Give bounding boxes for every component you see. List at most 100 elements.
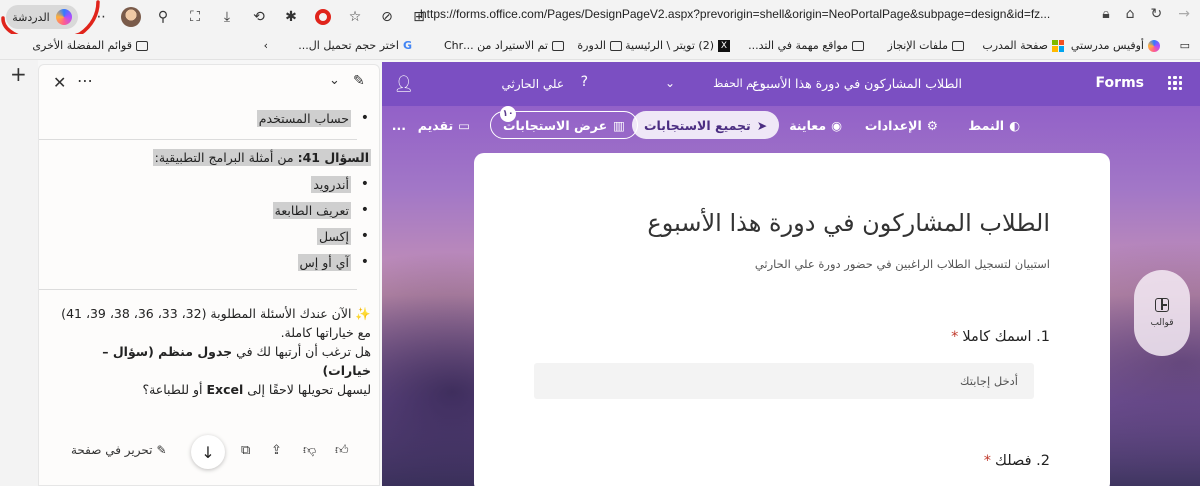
scroll-down-button[interactable]: ↓ bbox=[191, 435, 225, 469]
sidebar-strip: + bbox=[0, 60, 38, 486]
settings-button[interactable]: ⚙ الإعدادات bbox=[865, 118, 938, 133]
pane-header: ✕ ⋯ ⌄ ✎ bbox=[39, 71, 379, 95]
chat-messages: حساب المستخدم السؤال 41: من أمثلة البرام… bbox=[39, 105, 375, 399]
templates-button[interactable]: قوالب bbox=[1134, 270, 1190, 356]
thumbs-down-icon[interactable]: 👎︎ bbox=[303, 443, 316, 458]
puzzle-icon[interactable]: ✱ bbox=[280, 6, 302, 28]
present-button[interactable]: ▭ تقديم bbox=[418, 118, 470, 133]
chevron-down-icon[interactable]: ⌄ bbox=[329, 73, 340, 88]
favorites-bar: ▭ أوفيس مدرستي صفحة المدرب ملفات الإنجاز… bbox=[0, 34, 1200, 60]
tracking-icon[interactable]: ⊘ bbox=[376, 6, 398, 28]
send-icon: ➤ bbox=[756, 117, 768, 133]
monitor-icon: ▭ bbox=[458, 118, 470, 133]
more-icon[interactable]: ⋯ bbox=[88, 6, 110, 28]
divider bbox=[39, 289, 357, 290]
profile-avatar[interactable] bbox=[120, 6, 142, 28]
question-1[interactable]: 1. اسمك كاملا* bbox=[951, 329, 1050, 345]
option-item: إكسل bbox=[39, 223, 371, 249]
thumbs-up-icon[interactable]: 👍︎ bbox=[335, 443, 349, 458]
microsoft-icon bbox=[1052, 39, 1064, 52]
home-icon[interactable]: ⌂ bbox=[1126, 6, 1135, 22]
new-chat-icon[interactable]: ✎ bbox=[353, 73, 365, 89]
screenshot-icon[interactable]: ⛶ bbox=[184, 6, 206, 28]
favorite-item-6[interactable]: تم الاستيراد من ...Chr bbox=[444, 39, 564, 52]
user-name[interactable]: علي الحارثي bbox=[502, 77, 564, 91]
templates-icon bbox=[1155, 298, 1169, 312]
more-icon[interactable]: ⋯ bbox=[77, 71, 93, 90]
favorite-item-0[interactable]: أوفيس مدرستي bbox=[1071, 39, 1160, 52]
form-description[interactable]: استبيان لتسجيل الطلاب الراغبين في حضور د… bbox=[755, 257, 1050, 271]
person-icon[interactable]: 👤︎ bbox=[394, 74, 414, 93]
saved-status: - تم الحفظ bbox=[713, 77, 764, 90]
copilot-chat-button[interactable]: الدردشة bbox=[6, 5, 78, 29]
question-line: السؤال 41: من أمثلة البرامج التطبيقية: bbox=[39, 149, 375, 166]
preview-button[interactable]: ◉ معاينة bbox=[789, 118, 842, 133]
download-icon[interactable]: ⤓ bbox=[216, 6, 238, 28]
favorite-item-4[interactable]: X (2) تويتر \ الرئيسية bbox=[625, 39, 730, 52]
gear-icon: ⚙ bbox=[926, 118, 938, 133]
edit-pencil-icon: ✎ bbox=[156, 443, 167, 457]
refresh-icon[interactable]: ↻ bbox=[1151, 6, 1163, 22]
form-card: الطلاب المشاركون في دورة هذا الأسبوع است… bbox=[474, 153, 1110, 486]
chat-label: الدردشة bbox=[12, 10, 50, 24]
assistant-reply: ✨ الآن عندك الأسئلة المطلوبة (32، 33، 36… bbox=[55, 304, 375, 399]
forms-page: Forms الطلاب المشاركون في دورة هذا الأسب… bbox=[382, 62, 1200, 486]
divider bbox=[39, 139, 357, 140]
share-icon[interactable]: ⇪ bbox=[271, 443, 282, 458]
answer-input[interactable]: أدخل إجابتك bbox=[534, 363, 1034, 399]
command-bar: ◐ النمط ⚙ الإعدادات ◉ معاينة ➤ تجميع الا… bbox=[382, 106, 1200, 144]
palette-icon: ◐ bbox=[1009, 118, 1020, 133]
chevron-down-icon[interactable]: ⌄ bbox=[665, 76, 675, 90]
favorite-item-3[interactable]: مواقع مهمة في التد... bbox=[748, 39, 864, 52]
folder-icon bbox=[552, 40, 564, 51]
more-commands-button[interactable]: ... bbox=[392, 118, 406, 133]
opera-icon[interactable] bbox=[312, 6, 334, 28]
new-tab-plus-icon[interactable]: + bbox=[10, 62, 27, 86]
close-icon[interactable]: ✕ bbox=[53, 73, 66, 92]
extensions-icon[interactable]: ⚲ bbox=[152, 6, 174, 28]
forward-icon[interactable]: → bbox=[1178, 6, 1190, 22]
favorite-item-1[interactable]: صفحة المدرب bbox=[982, 39, 1064, 52]
style-button[interactable]: ◐ النمط bbox=[968, 118, 1020, 133]
folder-icon bbox=[852, 40, 864, 51]
folder-icon bbox=[952, 40, 964, 51]
form-title-header[interactable]: الطلاب المشاركون في دورة هذا الأسبوع bbox=[752, 76, 962, 91]
favorites-menu-icon[interactable]: ▭ bbox=[1180, 39, 1190, 52]
google-icon: G bbox=[402, 39, 412, 52]
option-item: آي أو إس bbox=[39, 249, 371, 275]
reply-line-1: ✨ الآن عندك الأسئلة المطلوبة (32، 33، 36… bbox=[61, 306, 371, 340]
arrow-down-icon: ↓ bbox=[201, 442, 215, 462]
edit-in-page-button[interactable]: ✎ تحرير في صفحة bbox=[71, 443, 167, 457]
app-launcher-icon[interactable] bbox=[1168, 76, 1182, 90]
question-2[interactable]: 2. فصلك* bbox=[984, 453, 1050, 469]
copilot-pane: ✕ ⋯ ⌄ ✎ حساب المستخدم السؤال 41: من أمثل… bbox=[38, 64, 380, 486]
question-text: من أمثلة البرامج التطبيقية: bbox=[154, 150, 298, 165]
option-item: تعريف الطابعة bbox=[39, 197, 371, 223]
lock-icon[interactable]: 🔒︎ bbox=[1102, 6, 1109, 22]
x-icon: X bbox=[718, 39, 730, 52]
favorite-item-8[interactable]: قوائم المفضلة الأخرى bbox=[32, 39, 148, 52]
history-icon[interactable]: ⟲ bbox=[248, 6, 270, 28]
favorite-item-7[interactable]: G اختر حجم تحميل ال... bbox=[298, 39, 412, 52]
forms-brand[interactable]: Forms bbox=[1096, 75, 1144, 91]
favorite-item-2[interactable]: ملفات الإنجاز bbox=[888, 39, 964, 52]
help-icon[interactable]: ? bbox=[581, 74, 588, 90]
question-number: السؤال 41: bbox=[297, 150, 369, 165]
copy-icon[interactable]: ⧉ bbox=[241, 443, 250, 458]
nav-buttons: 🔒︎ ⌂ ↻ → bbox=[1102, 6, 1190, 22]
browser-toolbar: الدردشة ⋯ ⚲ ⛶ ⤓ ⟲ ✱ ☆ ⊘ ⊞ https://forms.… bbox=[0, 0, 1200, 43]
chart-icon: ▥ bbox=[613, 117, 625, 133]
copilot-icon bbox=[55, 9, 72, 25]
eye-icon: ◉ bbox=[831, 118, 842, 133]
forms-header: Forms الطلاب المشاركون في دورة هذا الأسب… bbox=[382, 62, 1200, 106]
favorite-item-5[interactable]: الدورة bbox=[577, 39, 622, 52]
responses-count-badge: ١٠ bbox=[500, 106, 516, 122]
favorite-star-icon[interactable]: ☆ bbox=[344, 6, 366, 28]
folder-icon bbox=[136, 40, 148, 51]
option-item: أندرويد bbox=[39, 171, 371, 197]
address-bar[interactable]: https://forms.office.com/Pages/DesignPag… bbox=[420, 7, 1080, 27]
collect-responses-button[interactable]: ➤ تجميع الاستجابات bbox=[632, 111, 780, 139]
favorites-chevron-icon[interactable]: ‹ bbox=[264, 39, 268, 52]
reply-line-3: ليسهل تحويلها لاحقًا إلى Excel أو للطباع… bbox=[142, 382, 371, 397]
form-title[interactable]: الطلاب المشاركون في دورة هذا الأسبوع bbox=[647, 209, 1050, 237]
